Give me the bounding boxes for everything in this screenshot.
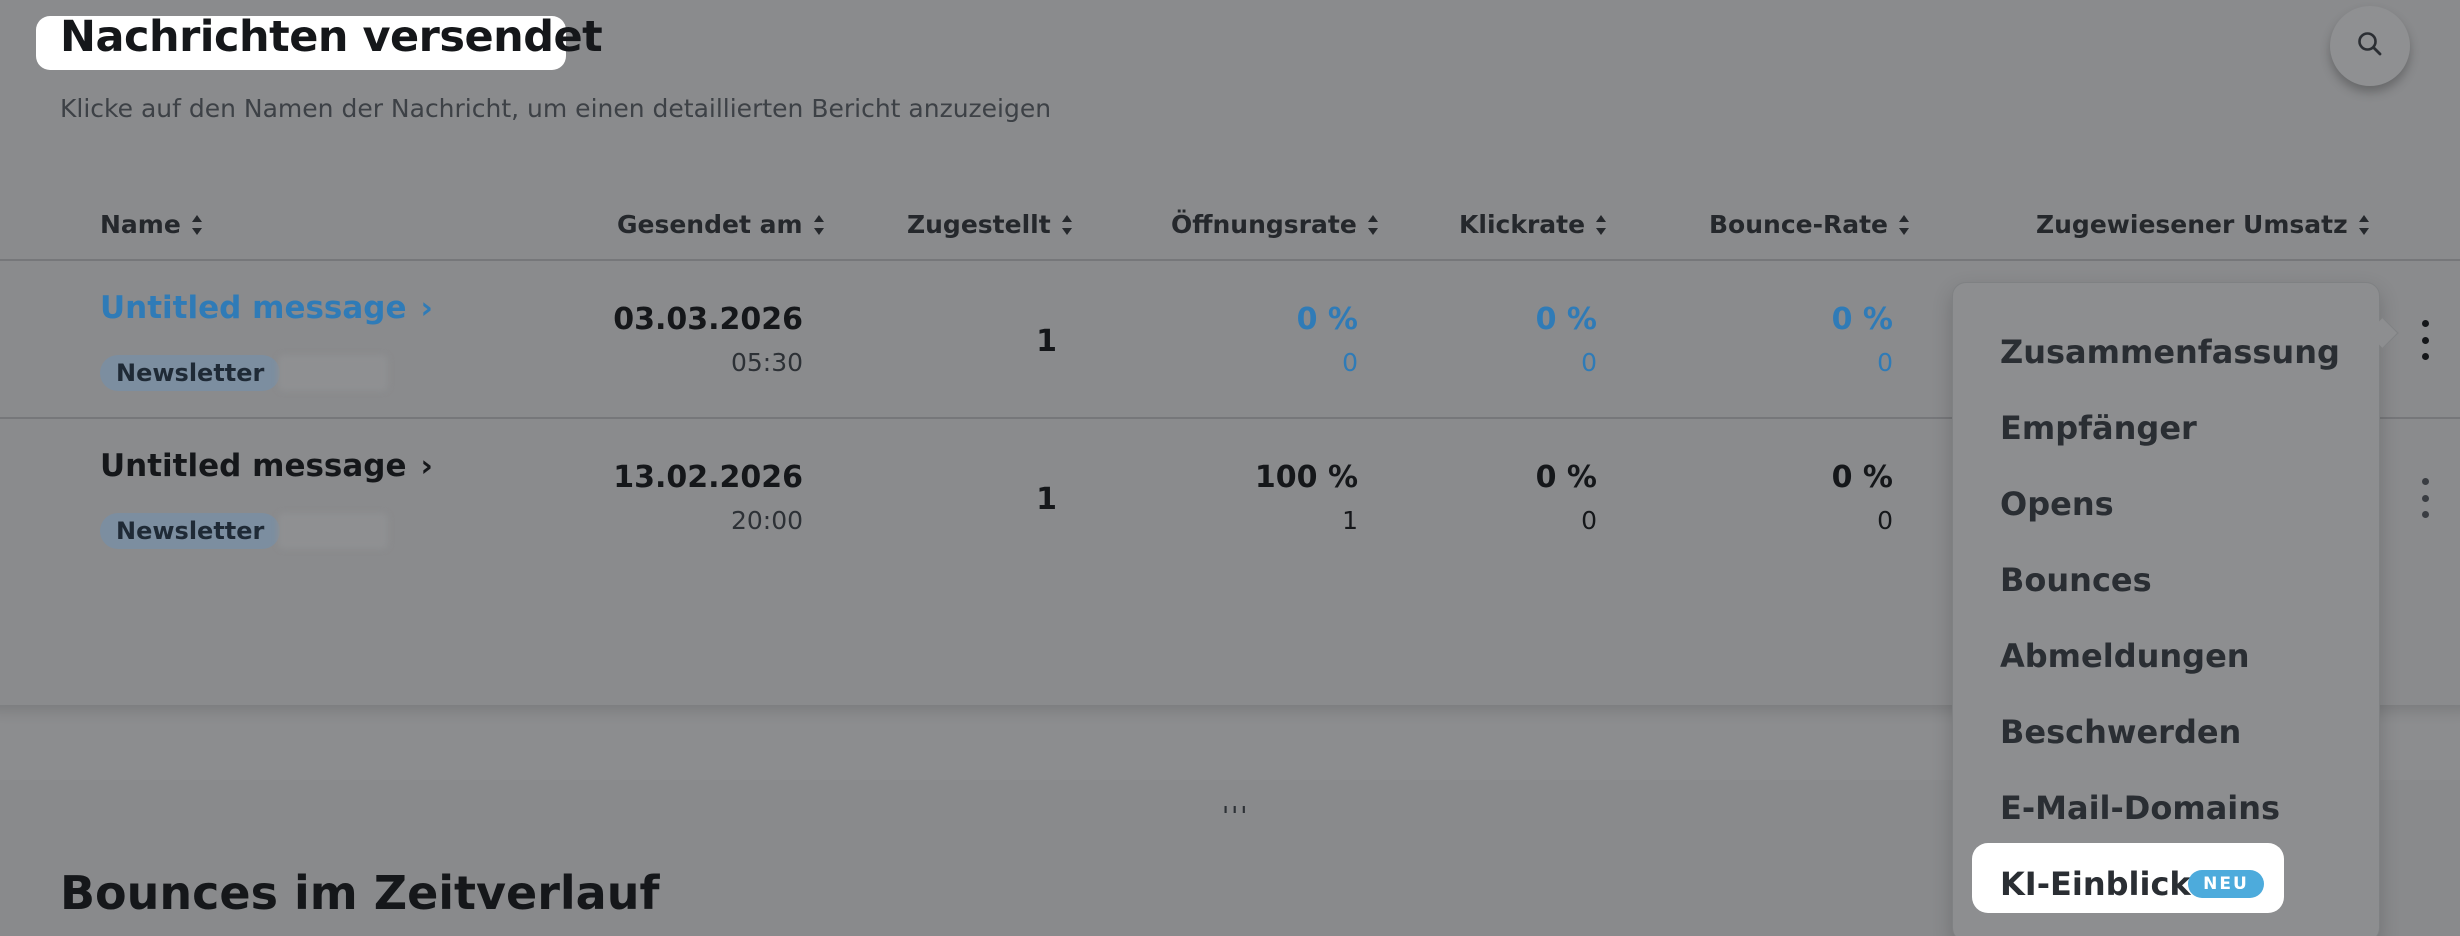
bounce-rate: 0 % [1831,460,1893,495]
click-rate: 0 % [1535,460,1597,495]
message-name-link[interactable]: Untitled message › [100,290,433,326]
newsletter-tag: Newsletter [100,355,281,391]
resize-handle[interactable]: ''' [1222,802,1249,832]
delivered-count: 1 [1036,482,1057,517]
sort-icon [1898,214,1910,236]
chevron-right-icon: › [420,290,433,326]
menu-item-unsubscribes[interactable]: Abmeldungen [2000,637,2250,675]
menu-item-opens[interactable]: Opens [2000,485,2114,523]
menu-item-summary[interactable]: Zusammenfassung [2000,333,2340,371]
menu-item-ai-insights[interactable]: KI-Einblicke [2000,865,2212,903]
sort-icon [191,214,203,236]
row-actions-kebab-icon[interactable] [2420,320,2430,360]
chevron-right-icon: › [420,448,433,484]
open-count: 1 [1342,506,1358,535]
sent-time: 20:00 [730,506,803,535]
menu-item-complaints[interactable]: Beschwerden [2000,713,2241,751]
row-actions-kebab-icon[interactable] [2420,478,2430,518]
search-icon [2355,29,2385,63]
sent-date: 03.03.2026 [613,302,803,337]
header-divider [0,259,2460,261]
page-subtitle: Klicke auf den Namen der Nachricht, um e… [60,94,1052,123]
bounce-count[interactable]: 0 [1877,348,1893,377]
sent-date: 13.02.2026 [613,460,803,495]
column-header-open-rate[interactable]: Öffnungsrate [1171,210,1379,239]
open-count[interactable]: 0 [1342,348,1358,377]
open-rate: 100 % [1254,460,1358,495]
newsletter-tag: Newsletter [100,513,281,549]
open-rate[interactable]: 0 % [1297,302,1358,337]
column-header-attributed-revenue[interactable]: Zugewiesener Umsatz [2036,210,2370,239]
sort-icon [1061,214,1073,236]
blurred-tag [278,355,388,391]
bounce-count: 0 [1877,506,1893,535]
blurred-tag [278,513,388,549]
column-header-delivered[interactable]: Zugestellt [907,210,1073,239]
row-actions-menu [1952,282,2380,936]
message-name-link[interactable]: Untitled message › [100,448,433,484]
sort-icon [2358,214,2370,236]
column-header-name[interactable]: Name [100,210,203,239]
click-count[interactable]: 0 [1581,348,1597,377]
column-header-sent-at[interactable]: Gesendet am [617,210,825,239]
column-header-bounce-rate[interactable]: Bounce-Rate [1709,210,1910,239]
menu-item-bounces[interactable]: Bounces [2000,561,2152,599]
new-badge: NEU [2188,870,2264,898]
click-rate[interactable]: 0 % [1536,302,1597,337]
section-title: Bounces im Zeitverlauf [60,866,660,920]
sort-icon [1367,214,1379,236]
sort-icon [1595,214,1607,236]
menu-item-recipients[interactable]: Empfänger [2000,409,2197,447]
search-button[interactable] [2330,6,2410,86]
delivered-count: 1 [1036,324,1057,359]
click-count: 0 [1581,506,1597,535]
page-title: Nachrichten versendet [60,12,603,62]
column-header-click-rate[interactable]: Klickrate [1459,210,1607,239]
sort-icon [813,214,825,236]
menu-item-email-domains[interactable]: E-Mail-Domains [2000,789,2280,827]
bounce-rate[interactable]: 0 % [1832,302,1893,337]
sent-time: 05:30 [730,348,803,377]
